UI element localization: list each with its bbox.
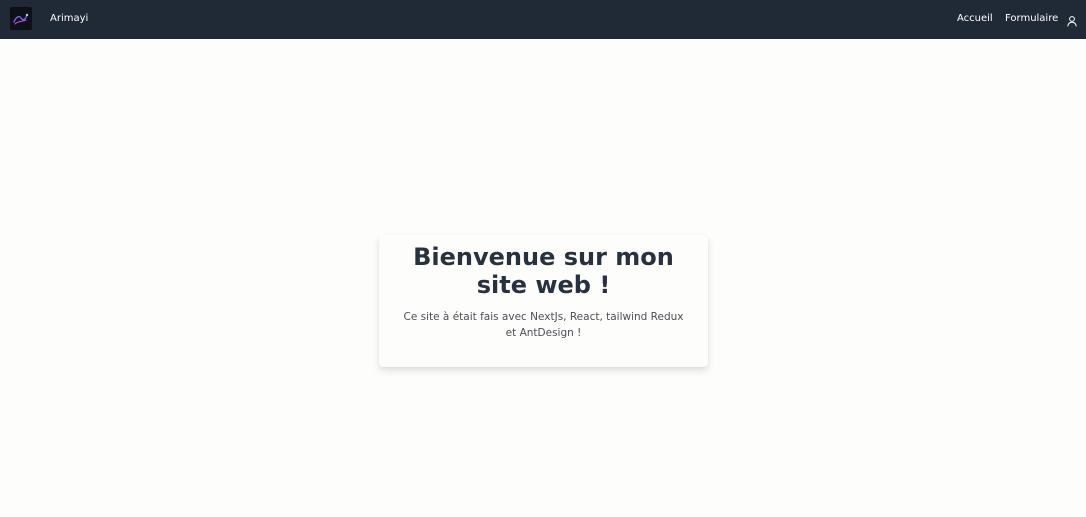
logo-icon[interactable] — [10, 7, 32, 30]
top-navbar: Arimayi Accueil Formulaire — [0, 0, 1086, 39]
page-title: Bienvenue sur mon site web ! — [413, 243, 674, 299]
welcome-card: Bienvenue sur mon site web ! Ce site à é… — [379, 235, 708, 367]
welcome-description: Ce site à était fais avec NextJs, React,… — [403, 311, 684, 339]
nav-link-accueil[interactable]: Accueil — [957, 12, 993, 26]
brand-name[interactable]: Arimayi — [50, 12, 88, 26]
nav-link-formulaire[interactable]: Formulaire — [1005, 12, 1058, 26]
user-icon[interactable] — [1066, 12, 1078, 27]
